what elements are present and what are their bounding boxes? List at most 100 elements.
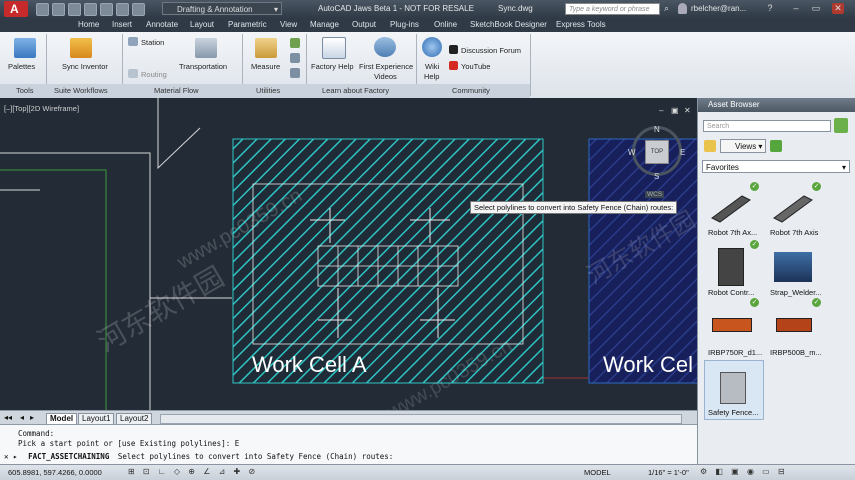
horizontal-scrollbar[interactable] xyxy=(160,414,682,424)
palettes-button[interactable]: Palettes xyxy=(8,62,35,71)
station-button[interactable]: Station xyxy=(141,38,164,47)
sync-inventor-icon[interactable] xyxy=(70,38,92,58)
tab-parametric[interactable]: Parametric xyxy=(228,20,267,29)
measure-icon[interactable] xyxy=(255,38,277,58)
youtube-button[interactable]: YouTube xyxy=(461,62,490,71)
asset-label[interactable]: Robot 7th Axis xyxy=(770,228,818,237)
tab-express-tools[interactable]: Express Tools xyxy=(556,20,606,29)
asset-search-icon[interactable] xyxy=(834,118,848,133)
robot-controller-icon[interactable] xyxy=(708,246,754,286)
panel-learn-about-factory[interactable]: Learn about Factory xyxy=(322,86,389,95)
panel-utilities[interactable]: Utilities xyxy=(256,86,280,95)
asset-search-input[interactable]: Search xyxy=(703,120,831,132)
panel-tools[interactable]: Tools xyxy=(16,86,34,95)
save-as-icon[interactable] xyxy=(84,3,97,16)
tab-annotate[interactable]: Annotate xyxy=(146,20,178,29)
help-icon[interactable]: ? xyxy=(764,3,776,14)
undo-icon[interactable] xyxy=(116,3,129,16)
panel-material-flow[interactable]: Material Flow xyxy=(154,86,199,95)
routing-icon[interactable] xyxy=(128,69,138,78)
viewport-close-icon[interactable]: ✕ xyxy=(684,106,691,115)
minimize-icon[interactable]: – xyxy=(790,3,802,14)
discussion-forum-icon[interactable] xyxy=(449,45,458,54)
asset-label[interactable]: Strap_Welder... xyxy=(770,288,822,297)
utility-icon-2[interactable] xyxy=(290,53,300,63)
command-line[interactable]: Command: Pick a start point or [use Exis… xyxy=(0,424,697,465)
positioner-icon[interactable] xyxy=(770,304,816,344)
palettes-icon[interactable] xyxy=(14,38,36,58)
asset-label[interactable]: IRBP750R_d1... xyxy=(708,348,762,357)
robot-rail-icon[interactable] xyxy=(708,188,754,228)
folder-icon[interactable] xyxy=(704,140,716,152)
station-icon[interactable] xyxy=(128,37,138,46)
safety-fence-icon[interactable] xyxy=(712,368,758,408)
close-command-icon[interactable]: ✕ ▸ xyxy=(4,452,18,461)
viewport-minimize-icon[interactable]: – xyxy=(659,106,663,115)
views-dropdown[interactable]: Views ▾ xyxy=(720,139,766,153)
first-experience-icon[interactable] xyxy=(374,37,396,57)
first-experience-button[interactable]: First Experience xyxy=(359,62,413,71)
tab-view[interactable]: View xyxy=(280,20,297,29)
close-icon[interactable]: ✕ xyxy=(832,3,844,14)
drafting-toggles[interactable]: ⊞ ⊡ ∟ ◇ ⊕ ∠ ⊿ ✚ ⊘ xyxy=(128,467,258,476)
status-tray-icons[interactable]: ⚙ ◧ ▣ ◉ ▭ ⊟ xyxy=(700,467,788,476)
youtube-icon[interactable] xyxy=(449,61,458,70)
category-dropdown[interactable]: Favorites ▾ xyxy=(702,160,850,173)
tab-home[interactable]: Home xyxy=(78,20,99,29)
save-icon[interactable] xyxy=(68,3,81,16)
routing-button[interactable]: Routing xyxy=(141,70,167,79)
coordinates-readout[interactable]: 605.8981, 597.4266, 0.0000 xyxy=(8,468,102,477)
transportation-icon[interactable] xyxy=(195,38,217,58)
discussion-forum-button[interactable]: Discussion Forum xyxy=(461,46,521,55)
keyword-search-input[interactable]: Type a keyword or phrase xyxy=(565,3,660,15)
user-name[interactable]: rbelcher@ran... xyxy=(691,4,746,13)
tab-insert[interactable]: Insert xyxy=(112,20,132,29)
factory-help-button[interactable]: Factory Help xyxy=(311,62,354,71)
tab-manage[interactable]: Manage xyxy=(310,20,339,29)
asset-label[interactable]: Safety Fence... xyxy=(708,408,758,417)
prev-layout-icon[interactable]: ◂ xyxy=(20,413,24,422)
asset-label[interactable]: IRBP500B_m... xyxy=(770,348,822,357)
panel-suite-workflows[interactable]: Suite Workflows xyxy=(54,86,108,95)
viewport-controls-label[interactable]: [–][Top][2D Wireframe] xyxy=(4,104,79,113)
tab-online[interactable]: Online xyxy=(434,20,457,29)
asset-browser-title[interactable]: Asset Browser xyxy=(698,98,855,112)
new-file-icon[interactable] xyxy=(36,3,49,16)
print-icon[interactable] xyxy=(100,3,113,16)
panel-community[interactable]: Community xyxy=(452,86,490,95)
wiki-help-icon[interactable] xyxy=(422,37,442,57)
command-prompt[interactable]: ✕ ▸ FACT_ASSETCHAINING Select polylines … xyxy=(4,452,393,461)
transportation-button[interactable]: Transportation xyxy=(179,62,227,71)
open-file-icon[interactable] xyxy=(52,3,65,16)
first-layout-icon[interactable]: ◂◂ xyxy=(4,413,12,422)
strap-welder-icon[interactable] xyxy=(770,246,816,286)
videos-label[interactable]: Videos xyxy=(374,72,397,81)
refresh-icon[interactable] xyxy=(770,140,782,152)
tab-sketchbook-designer[interactable]: SketchBook Designer xyxy=(470,20,547,29)
search-icon[interactable]: ⌕ xyxy=(664,3,669,14)
viewport-restore-icon[interactable]: ▣ xyxy=(671,106,679,115)
measure-button[interactable]: Measure xyxy=(251,62,280,71)
viewcube-top-face[interactable]: TOP xyxy=(645,140,669,164)
app-logo-icon[interactable]: A xyxy=(4,1,28,17)
asset-label[interactable]: Robot 7th Ax... xyxy=(708,228,757,237)
maximize-icon[interactable]: ▭ xyxy=(810,3,822,14)
asset-label[interactable]: Robot Contr... xyxy=(708,288,754,297)
model-space-toggle[interactable]: MODEL xyxy=(584,468,611,477)
wiki-button[interactable]: Wiki xyxy=(425,62,439,71)
annotation-scale[interactable]: 1/16" = 1'-0" xyxy=(648,468,689,477)
help-label[interactable]: Help xyxy=(424,72,439,81)
workspace-dropdown[interactable]: Drafting & Annotation ▾ xyxy=(162,2,282,15)
utility-icon-3[interactable] xyxy=(290,68,300,78)
tab-plug-ins[interactable]: Plug-ins xyxy=(390,20,419,29)
positioner-icon[interactable] xyxy=(708,304,754,344)
tab-layout[interactable]: Layout xyxy=(190,20,214,29)
drawing-canvas[interactable]: [–][Top][2D Wireframe] Work Cell A Work … xyxy=(0,98,697,410)
robot-rail-icon[interactable] xyxy=(770,188,816,228)
next-layout-icon[interactable]: ▸ xyxy=(30,413,34,422)
redo-icon[interactable] xyxy=(132,3,145,16)
wcs-menu[interactable]: WCS xyxy=(645,191,665,198)
factory-help-icon[interactable] xyxy=(322,37,346,59)
sync-inventor-button[interactable]: Sync Inventor xyxy=(62,62,108,71)
utility-icon-1[interactable] xyxy=(290,38,300,48)
